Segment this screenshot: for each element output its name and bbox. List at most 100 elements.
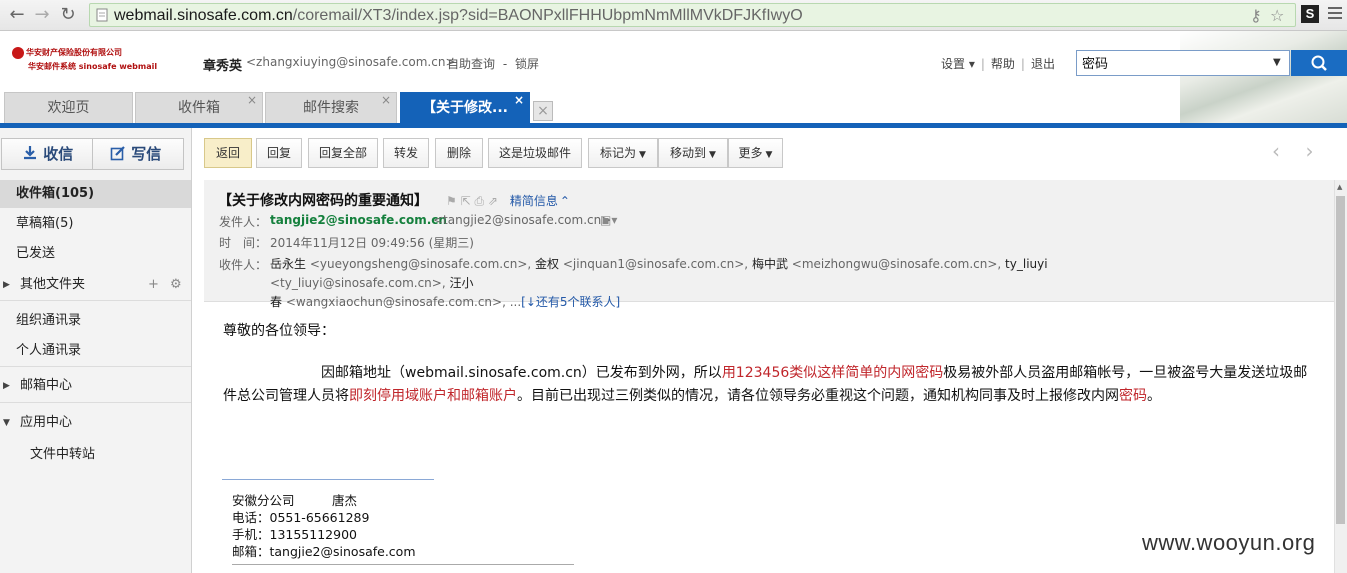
body-highlight: 密码 bbox=[1119, 388, 1147, 404]
body-highlight: 即刻停用域账户和邮箱账户 bbox=[349, 388, 517, 404]
forward-label: 转发 bbox=[393, 146, 418, 160]
sidebar-divider bbox=[0, 402, 191, 403]
self-query-link[interactable]: 自助查询 bbox=[447, 57, 495, 71]
watermark: www.wooyun.org bbox=[1142, 530, 1316, 555]
brief-info-toggle[interactable]: 精简信息 bbox=[510, 194, 558, 208]
recipient-name[interactable]: ty_liuyi bbox=[1005, 257, 1048, 271]
recipient-address: <meizhongwu@sinosafe.com.cn>, bbox=[791, 257, 1002, 271]
recipient-name[interactable]: 岳永生 bbox=[270, 257, 306, 271]
collapse-icon[interactable]: ⌃ bbox=[560, 194, 570, 208]
back-icon[interactable]: ← bbox=[6, 4, 28, 26]
collapse-arrow-icon[interactable]: ▼ bbox=[3, 409, 10, 437]
logo-text: 华安财产保险股份有限公司 bbox=[26, 48, 122, 57]
sidebar-item-label: 已发送 bbox=[16, 246, 56, 261]
search-dropdown-icon[interactable]: ▼ bbox=[1273, 57, 1281, 68]
sidebar-item-file-transfer[interactable]: 文件中转站 bbox=[0, 441, 191, 469]
delete-label: 删除 bbox=[446, 146, 471, 160]
sidebar-divider bbox=[0, 300, 191, 301]
sidebar-item-org-contacts[interactable]: 组织通讯录 bbox=[0, 307, 191, 335]
sidebar-item-inbox[interactable]: 收件箱(105) bbox=[0, 180, 191, 208]
forward-button[interactable]: 转发 bbox=[383, 138, 429, 168]
more-dropdown[interactable]: 更多 ▼ bbox=[728, 138, 783, 168]
gear-icon[interactable]: ⚙ bbox=[170, 271, 182, 299]
sender-name[interactable]: tangjie2@sinosafe.com.cn bbox=[270, 213, 447, 227]
forward-icon[interactable]: → bbox=[31, 4, 53, 26]
search-button[interactable] bbox=[1291, 50, 1347, 76]
sidebar-item-personal-contacts[interactable]: 个人通讯录 bbox=[0, 337, 191, 365]
scroll-up-icon[interactable]: ▲ bbox=[1337, 183, 1342, 191]
tab-label: 邮件搜索 bbox=[303, 100, 359, 116]
extension-icon[interactable]: S bbox=[1301, 5, 1319, 23]
close-all-tabs-icon[interactable]: × bbox=[533, 101, 553, 121]
time-label: 时 间： bbox=[219, 236, 268, 250]
sent-time: 2014年11月12日 09:49:56 (星期三) bbox=[270, 236, 474, 250]
delete-button[interactable]: 删除 bbox=[435, 138, 483, 168]
close-icon[interactable]: × bbox=[247, 85, 257, 115]
close-icon[interactable]: × bbox=[514, 85, 524, 115]
tab-welcome[interactable]: 欢迎页 bbox=[4, 92, 133, 123]
recipient-name[interactable]: 梅中武 bbox=[752, 257, 788, 271]
sidebar-divider bbox=[0, 366, 191, 367]
expand-arrow-icon[interactable]: ▶ bbox=[3, 372, 10, 400]
sidebar-item-other-folders[interactable]: ▶ 其他文件夹 + ⚙ bbox=[0, 271, 191, 299]
search-icon bbox=[1311, 55, 1327, 71]
close-icon[interactable]: × bbox=[381, 85, 391, 115]
contact-card-icon[interactable]: ▣▾ bbox=[600, 213, 617, 227]
recipients-line: 春 <wangxiaochun@sinosafe.com.cn>, ...[↓还… bbox=[270, 293, 1190, 312]
spam-button[interactable]: 这是垃圾邮件 bbox=[488, 138, 582, 168]
logout-link[interactable]: 退出 bbox=[1031, 57, 1055, 71]
prev-mail-icon[interactable]: ‹ bbox=[1272, 139, 1280, 163]
lock-screen-link[interactable]: 锁屏 bbox=[515, 57, 539, 71]
more-contacts-link[interactable]: [↓还有5个联系人] bbox=[521, 295, 620, 309]
receive-label: 收信 bbox=[43, 145, 74, 163]
reply-button[interactable]: 回复 bbox=[256, 138, 302, 168]
print-icon[interactable]: ⎙ bbox=[474, 194, 484, 208]
compose-bar: 收信 写信 bbox=[1, 138, 184, 170]
sidebar-item-mailbox-center[interactable]: ▶ 邮箱中心 bbox=[0, 372, 191, 400]
mark-as-dropdown[interactable]: 标记为 ▼ bbox=[588, 138, 658, 168]
tab-inbox[interactable]: 收件箱 × bbox=[135, 92, 263, 123]
tab-current-mail[interactable]: 【关于修改... × bbox=[400, 92, 530, 123]
reload-icon[interactable]: ↻ bbox=[57, 4, 79, 26]
tab-label: 【关于修改... bbox=[422, 100, 508, 116]
sidebar-item-label: 邮箱中心 bbox=[20, 378, 73, 393]
receive-button[interactable]: 收信 bbox=[22, 139, 73, 169]
write-label: 写信 bbox=[131, 145, 162, 163]
caret-down-icon: ▼ bbox=[639, 150, 646, 160]
sender-address: <tangjie2@sinosafe.com.cn> bbox=[433, 213, 612, 227]
tab-label: 欢迎页 bbox=[47, 100, 90, 116]
recipient-name[interactable]: 汪小 bbox=[449, 276, 473, 290]
help-link[interactable]: 帮助 bbox=[991, 57, 1015, 71]
back-button[interactable]: 返回 bbox=[204, 138, 252, 168]
add-folder-icon[interactable]: + bbox=[148, 271, 159, 299]
reply-all-button[interactable]: 回复全部 bbox=[308, 138, 378, 168]
write-button[interactable]: 写信 bbox=[110, 139, 161, 169]
recipient-address: <jinquan1@sinosafe.com.cn>, bbox=[562, 257, 749, 271]
reply-label: 回复 bbox=[266, 146, 291, 160]
search-input[interactable] bbox=[1082, 55, 1267, 70]
recipient-name[interactable]: 春 bbox=[270, 295, 282, 309]
expand-arrow-icon[interactable]: ▶ bbox=[3, 271, 10, 299]
url-host: webmail.sinosafe.com.cn bbox=[114, 7, 293, 24]
sidebar-item-app-center[interactable]: ▼ 应用中心 bbox=[0, 409, 191, 437]
tab-mail-search[interactable]: 邮件搜索 × bbox=[265, 92, 397, 123]
address-bar[interactable]: webmail.sinosafe.com.cn/coremail/XT3/ind… bbox=[89, 3, 1296, 27]
key-icon[interactable]: ⚷ bbox=[1250, 6, 1262, 25]
menu-icon[interactable] bbox=[1328, 7, 1342, 22]
reply-all-label: 回复全部 bbox=[318, 146, 367, 160]
share-icon[interactable]: ⇗ bbox=[488, 194, 498, 208]
signature-email: 邮箱：tangjie2@sinosafe.com bbox=[232, 544, 416, 559]
star-icon[interactable]: ☆ bbox=[1270, 6, 1284, 25]
logo-subtext: 华安邮件系统 sinosafe webmail bbox=[28, 62, 158, 71]
recipient-name[interactable]: 金权 bbox=[535, 257, 559, 271]
move-to-dropdown[interactable]: 移动到 ▼ bbox=[658, 138, 728, 168]
flag-icon[interactable]: ⚑ bbox=[446, 194, 457, 208]
next-mail-icon[interactable]: › bbox=[1305, 139, 1313, 163]
sidebar-item-drafts[interactable]: 草稿箱(5) bbox=[0, 210, 191, 238]
recipients-line: 岳永生 <yueyongsheng@sinosafe.com.cn>, 金权 <… bbox=[270, 255, 1190, 293]
mark-as-label: 标记为 bbox=[600, 146, 637, 160]
scrollbar-thumb[interactable] bbox=[1336, 196, 1345, 524]
settings-menu[interactable]: 设置 ▾ bbox=[941, 57, 975, 71]
sidebar-item-sent[interactable]: 已发送 bbox=[0, 240, 191, 268]
popout-icon[interactable]: ⇱ bbox=[461, 194, 471, 208]
